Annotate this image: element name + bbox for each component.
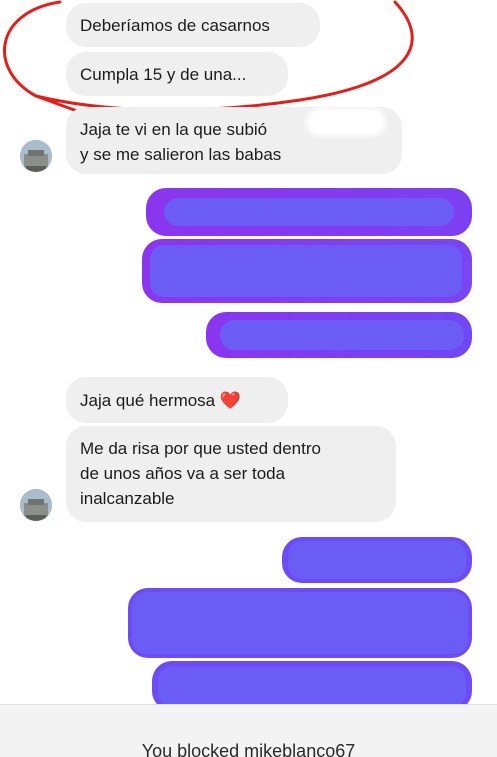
blocked-notice-text: You blocked mikeblanco67 bbox=[141, 741, 356, 757]
message-bubble-incoming[interactable]: Jaja qué hermosa ❤️ bbox=[66, 377, 288, 423]
redaction-scribble bbox=[310, 112, 382, 132]
message-bubble-outgoing[interactable] bbox=[206, 312, 472, 358]
message-bubble-outgoing[interactable] bbox=[142, 239, 472, 303]
redaction-scribble bbox=[220, 320, 464, 350]
message-text-line: y se me salieron las babas bbox=[80, 145, 282, 164]
avatar[interactable] bbox=[20, 140, 52, 172]
heart-emoji-icon: ❤️ bbox=[219, 391, 242, 410]
message-text-line: inalcanzable bbox=[80, 489, 175, 508]
redaction-scribble bbox=[288, 541, 466, 579]
redaction-scribble bbox=[150, 245, 462, 297]
redaction-scribble bbox=[164, 198, 454, 226]
message-bubble-outgoing[interactable] bbox=[282, 537, 472, 583]
message-bubble-outgoing[interactable] bbox=[146, 188, 472, 236]
message-bubble-outgoing[interactable] bbox=[128, 588, 472, 658]
message-text: Jaja qué hermosa bbox=[80, 391, 216, 410]
message-bubble-incoming[interactable]: Me da risa por que usted dentro de unos … bbox=[66, 426, 396, 522]
message-text-line: de unos años va a ser toda bbox=[80, 464, 286, 483]
avatar-photo-icon bbox=[20, 489, 52, 521]
message-text-line: Me da risa por que usted dentro bbox=[80, 439, 321, 458]
redaction-scribble bbox=[132, 592, 468, 654]
avatar-photo-icon bbox=[20, 140, 52, 172]
redaction-scribble bbox=[158, 667, 466, 707]
avatar[interactable] bbox=[20, 489, 52, 521]
blocked-banner: You blocked mikeblanco67 bbox=[0, 704, 497, 757]
